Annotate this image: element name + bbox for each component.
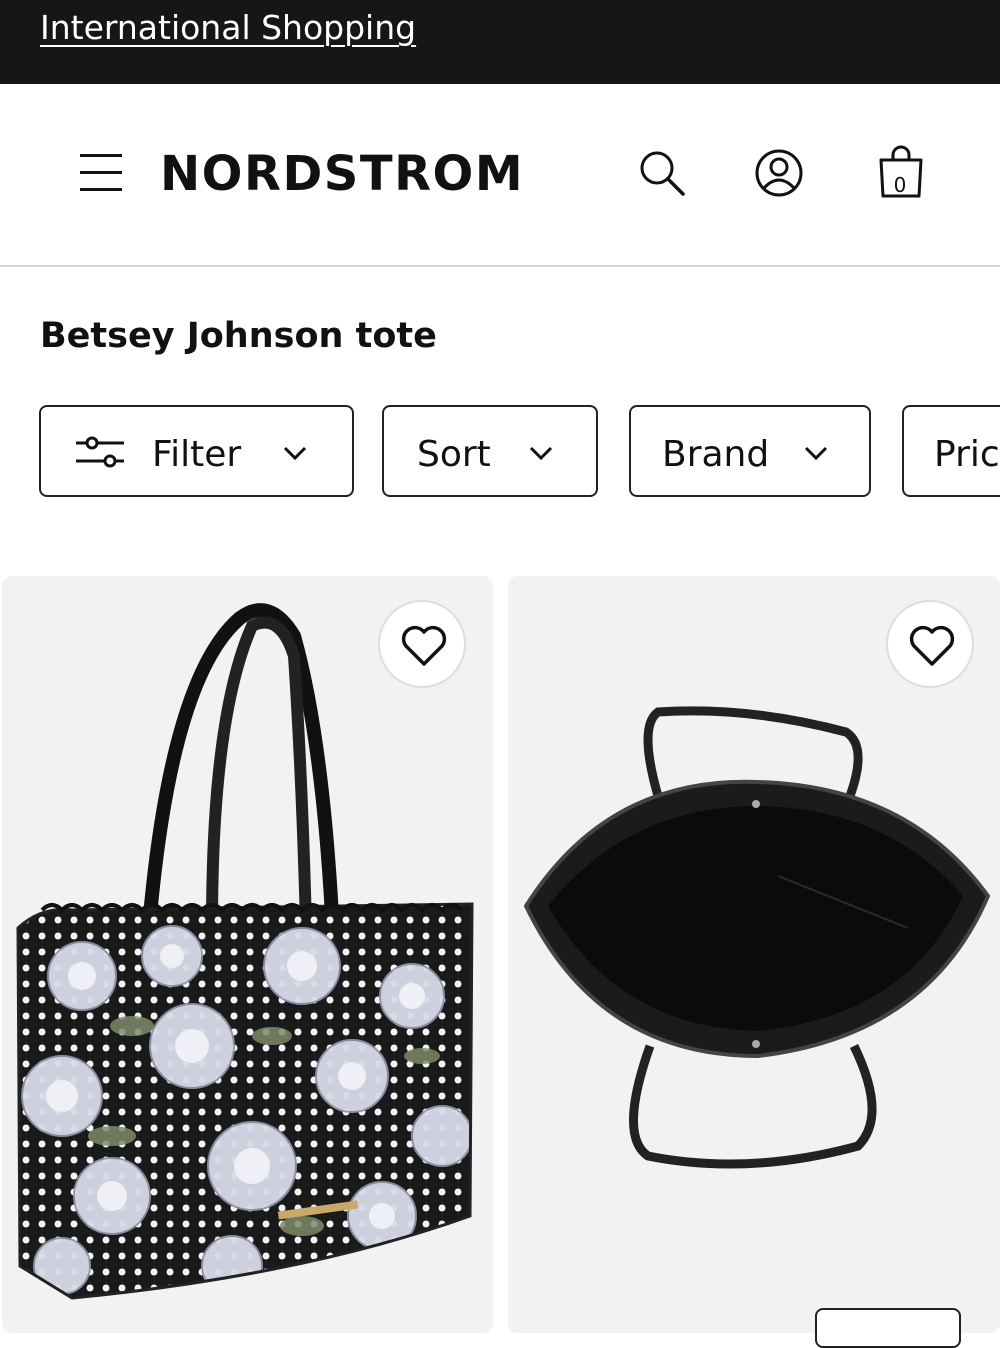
international-shopping-link[interactable]: International Shopping [40, 8, 416, 47]
filter-chip-label: Filter [152, 434, 242, 475]
product-card[interactable] [508, 576, 1000, 1333]
bag-count-badge: 0 [893, 173, 907, 197]
search-icon[interactable] [637, 148, 687, 198]
price-chip[interactable]: Pric [902, 405, 1000, 497]
floral-tote-image[interactable] [2, 576, 493, 1333]
sort-chip-label: Sort [417, 434, 491, 475]
sliders-icon [76, 436, 124, 468]
sort-chip[interactable]: Sort [382, 405, 598, 497]
chevron-down-icon [804, 446, 828, 461]
filter-chip[interactable]: Filter [39, 405, 354, 497]
chevron-down-icon [529, 446, 553, 461]
site-header: NORDSTROM 0 [0, 84, 1000, 267]
heart-icon [909, 625, 955, 666]
product-card[interactable] [2, 576, 493, 1333]
account-icon[interactable] [754, 148, 804, 198]
brand-chip-label: Brand [662, 434, 770, 475]
brand-chip[interactable]: Brand [629, 405, 871, 497]
price-chip-label: Pric [934, 434, 1000, 475]
nordstrom-logo[interactable]: NORDSTROM [160, 146, 524, 202]
favorite-button[interactable] [886, 600, 974, 688]
partial-button[interactable] [815, 1308, 961, 1348]
hamburger-menu-icon[interactable] [80, 152, 124, 194]
chevron-down-icon [283, 446, 307, 461]
top-banner: International Shopping [0, 0, 1000, 84]
favorite-button[interactable] [378, 600, 466, 688]
black-tote-interior-image[interactable] [508, 576, 1000, 1333]
search-query-title: Betsey Johnson tote [40, 316, 437, 356]
heart-icon [401, 625, 447, 666]
